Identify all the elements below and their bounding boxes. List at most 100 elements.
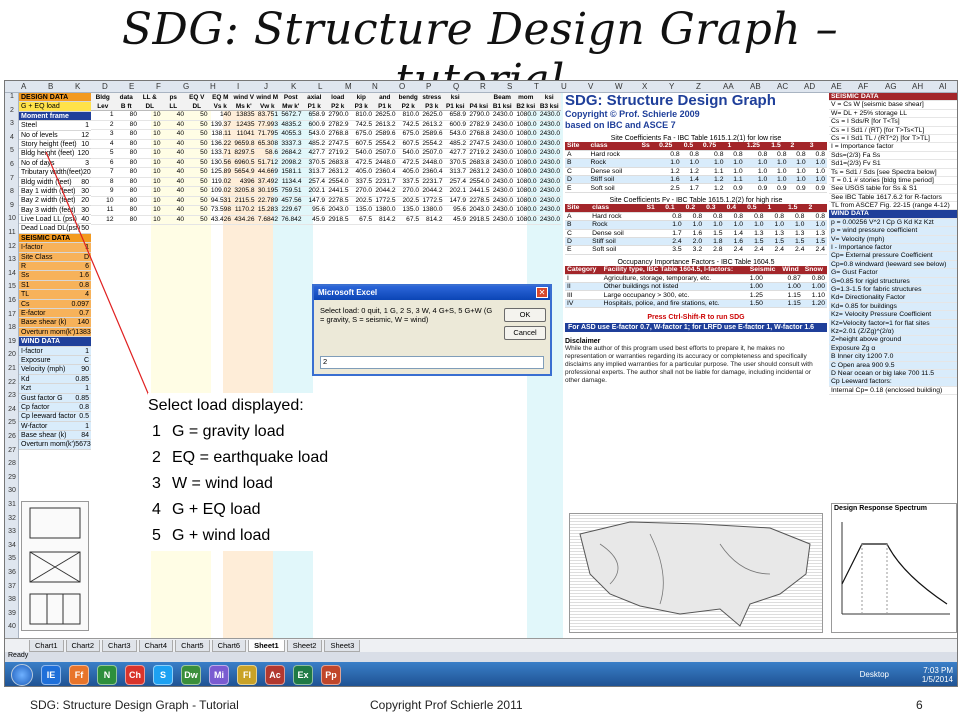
table-cell[interactable]	[639, 175, 658, 185]
table-cell[interactable]: Hospitals, police, and fire stations, et…	[601, 299, 748, 309]
row-header[interactable]: 38	[6, 596, 18, 603]
design-data-row[interactable]: Base shear (k) 140	[19, 318, 91, 328]
table-cell[interactable]: 0.9	[769, 183, 789, 193]
reference-row[interactable]: T = 0.1 # stories [bldg time period]	[829, 177, 957, 186]
grid-cell[interactable]: 607.5	[397, 140, 421, 149]
grid-cell[interactable]: 2430.0	[538, 187, 562, 196]
grid-cell[interactable]: 2747.5	[326, 140, 350, 149]
grid-cell[interactable]: 50	[185, 111, 209, 120]
table-cell[interactable]: 1.2	[681, 167, 701, 177]
reference-row[interactable]: Exposure Zg α	[829, 344, 957, 354]
taskbar-app-icon[interactable]: Fl	[237, 665, 257, 685]
grid-cell[interactable]: 73.598	[209, 206, 233, 215]
taskbar-app-icon[interactable]: Dw	[181, 665, 201, 685]
table-cell[interactable]: 0.8	[704, 212, 725, 222]
grid-cell[interactable]: 1080.0	[514, 187, 538, 196]
reference-row[interactable]: G= Gust Factor	[829, 269, 957, 278]
table-cell[interactable]: 2.5	[657, 183, 682, 193]
grid-cell[interactable]: 40	[162, 187, 186, 196]
table-cell[interactable]: Dense soil	[588, 167, 640, 177]
table-cell[interactable]: E	[565, 183, 589, 193]
table-cell[interactable]: 1.00	[747, 282, 781, 292]
grid-cell[interactable]: 2231.7	[373, 178, 397, 187]
column-header-I[interactable]: I	[237, 82, 239, 91]
reference-row[interactable]: Cs = I Sd1 TL / (RT^2) [for T>TL]	[829, 135, 957, 144]
table-cell[interactable]: 1.6	[683, 229, 705, 238]
taskbar-app-icon[interactable]: Ex	[293, 665, 313, 685]
grid-cell[interactable]: 50	[185, 121, 209, 130]
grid-cell[interactable]: 50	[185, 130, 209, 139]
grid-cell[interactable]: 11041	[232, 130, 256, 139]
table-cell[interactable]: 0.8	[725, 150, 745, 160]
grid-cell[interactable]: 2430.0	[491, 206, 515, 215]
grid-cell[interactable]: 485.2	[444, 140, 468, 149]
grid-cell[interactable]: 2589.6	[373, 130, 397, 139]
grid-cell[interactable]: 2719.2	[326, 149, 350, 158]
column-header-Y[interactable]: Y	[669, 82, 674, 91]
table-cell[interactable]: 0.8	[744, 150, 770, 160]
table-cell[interactable]: 1.0	[724, 220, 746, 230]
table-cell[interactable]: 0.9	[807, 183, 827, 193]
grid-cell[interactable]: 370.5	[303, 159, 327, 168]
grid-cell[interactable]: 6960.5	[232, 159, 256, 168]
grid-cell[interactable]: 80	[115, 130, 139, 139]
grid-cell[interactable]: 65.308	[256, 140, 280, 149]
grid-cell[interactable]: 540.0	[350, 149, 374, 158]
table-cell[interactable]: 0.8	[700, 150, 726, 160]
design-data-row[interactable]: W-factor 1	[19, 421, 91, 432]
grid-cell[interactable]: 30.195	[256, 187, 280, 196]
row-header[interactable]: 8	[6, 188, 18, 195]
grid-cell[interactable]: 40	[162, 206, 186, 215]
table-cell[interactable]: 1.2	[700, 175, 726, 185]
table-cell[interactable]: 0.9	[744, 183, 770, 193]
grid-cell[interactable]: 95.6	[303, 206, 327, 215]
table-cell[interactable]: 1.3	[765, 229, 786, 238]
reference-row[interactable]: Kz=2.01 (Z/Zg)^(2/α)	[829, 327, 957, 337]
grid-cell[interactable]: 1380.0	[373, 206, 397, 215]
design-data-row[interactable]: Ss 1.6	[19, 271, 91, 281]
grid-cell[interactable]: 2441.5	[326, 187, 350, 196]
table-cell[interactable]: 0.8	[681, 150, 701, 160]
design-data-row[interactable]: Gust factor G 0.85	[19, 393, 91, 403]
design-data-row[interactable]: Kd 0.85	[19, 374, 91, 385]
grid-cell[interactable]: 229.67	[279, 206, 303, 215]
column-header-Z[interactable]: Z	[696, 82, 701, 91]
grid-cell[interactable]: 71.795	[256, 130, 280, 139]
grid-cell[interactable]: 257.4	[444, 178, 468, 187]
row-header[interactable]: 17	[6, 311, 18, 318]
grid-cell[interactable]: 2430.0	[491, 140, 515, 149]
grid-cell[interactable]: 6	[91, 159, 115, 168]
grid-cell[interactable]: 9659.8	[232, 140, 256, 149]
grid-cell[interactable]: 140	[209, 111, 233, 120]
grid-cell[interactable]: 1080.0	[514, 149, 538, 158]
table-cell[interactable]: 1.0	[807, 167, 827, 177]
grid-cell[interactable]: 40	[162, 130, 186, 139]
grid-cell[interactable]: 202.1	[444, 187, 468, 196]
sheet-tab-sheet3[interactable]: Sheet3	[324, 639, 361, 652]
grid-cell[interactable]: 1581.1	[279, 168, 303, 177]
design-data-row[interactable]: Overturn mom(k') 5673	[19, 440, 91, 450]
table-cell[interactable]: 1.5	[786, 237, 807, 247]
table-cell[interactable]: 1.3	[786, 229, 807, 238]
column-header-AF[interactable]: AF	[858, 82, 868, 91]
design-data-row[interactable]: E-factor 0.7	[19, 308, 91, 319]
grid-cell[interactable]: 44.669	[256, 168, 280, 177]
table-cell[interactable]: 1.0	[769, 167, 789, 177]
grid-cell[interactable]: 1080.0	[514, 111, 538, 120]
grid-cell[interactable]: 2231.7	[420, 178, 444, 187]
grid-cell[interactable]: 125.89	[209, 168, 233, 177]
table-cell[interactable]: 1.0	[725, 158, 745, 168]
table-cell[interactable]: D	[565, 237, 591, 247]
reference-row[interactable]: I = Importance factor	[829, 143, 957, 152]
grid-cell[interactable]: 43.426	[209, 216, 233, 225]
table-cell[interactable]: 1.5	[806, 237, 827, 247]
grid-cell[interactable]: 80	[115, 149, 139, 158]
row-header[interactable]: 15	[6, 283, 18, 290]
grid-cell[interactable]: 147.9	[444, 197, 468, 206]
column-header-B[interactable]: B	[48, 82, 53, 91]
grid-cell[interactable]: 1080.0	[514, 216, 538, 225]
grid-cell[interactable]: 3205.8	[232, 187, 256, 196]
grid-cell[interactable]: 2430.0	[491, 121, 515, 130]
grid-cell[interactable]: 4055.3	[279, 130, 303, 139]
design-data-row[interactable]: No of levels 12	[19, 131, 91, 140]
